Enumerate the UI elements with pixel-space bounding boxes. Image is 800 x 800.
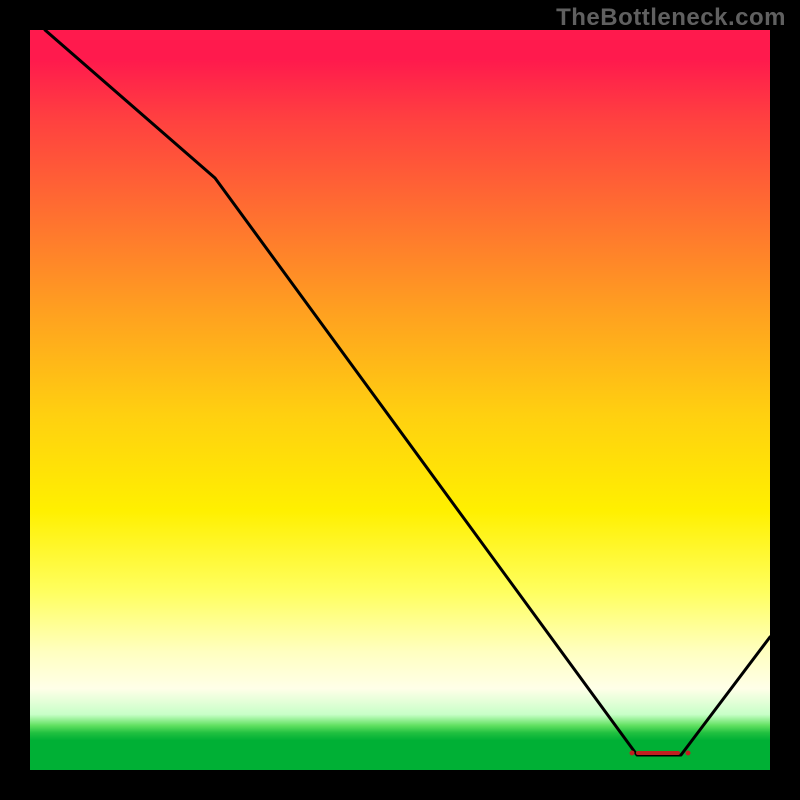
chart-container: TheBottleneck.com [0, 0, 800, 800]
chart-svg [30, 30, 770, 770]
watermark-text: TheBottleneck.com [556, 4, 786, 32]
series-curve [45, 30, 770, 755]
